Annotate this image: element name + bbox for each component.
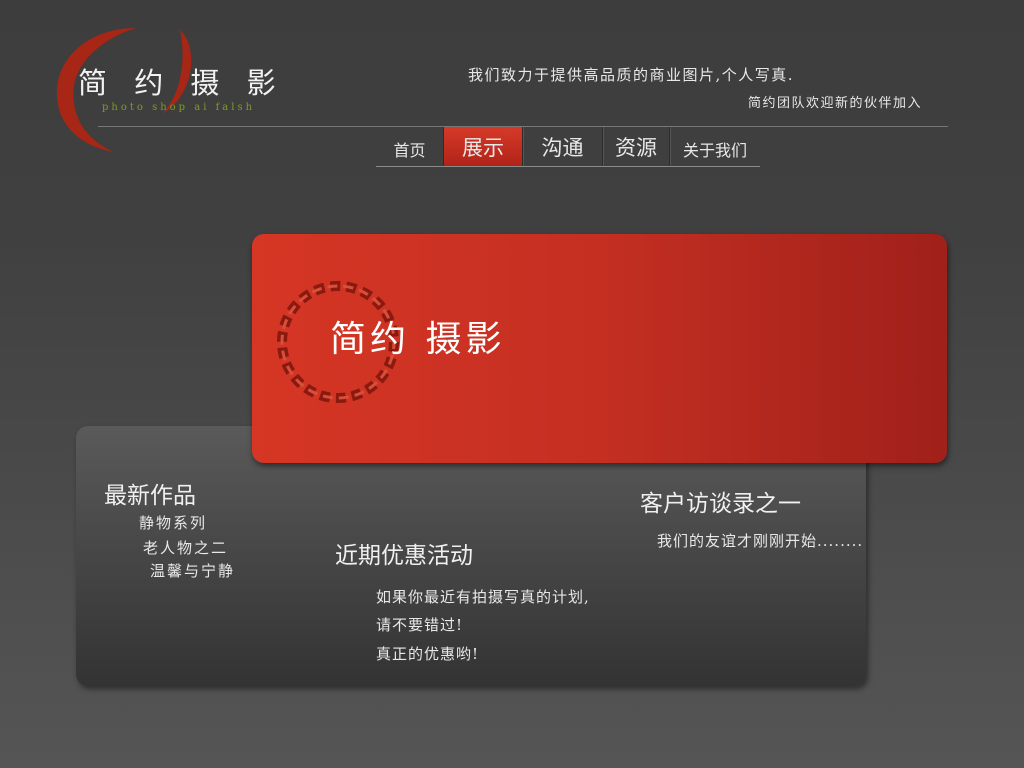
header-slogan: 我们致力于提供高品质的商业图片,个人写真. [468,66,795,84]
logo-subtitle: photo shop ai falsh [102,102,256,113]
promo-line: 如果你最近有拍摄写真的计划, [376,588,590,606]
promo-title[interactable]: 近期优惠活动 [335,536,473,570]
nav-item-resources[interactable]: 资源 [603,127,670,166]
promo-line: 请不要错过! [376,616,464,634]
logo-title: 简 约 摄 影 [78,66,285,100]
nav-item-show[interactable]: 展示 [444,127,523,166]
nav-item-communicate[interactable]: 沟通 [523,127,603,166]
interview-title[interactable]: 客户访谈录之一 [640,484,801,518]
hero-banner: 简约 摄影 [252,234,947,463]
promo-line: 真正的优惠哟! [376,645,480,663]
logo[interactable]: 简 约 摄 影 photo shop ai falsh [52,22,276,162]
header-recruit: 简约团队欢迎新的伙伴加入 [747,96,922,111]
works-title: 最新作品 [104,483,196,509]
interview-text: 我们的友谊才刚刚开始........ [657,532,864,550]
works-item[interactable]: 老人物之二 [143,537,228,558]
banner-title: 简约 摄影 [330,319,506,360]
works-item[interactable]: 温馨与宁静 [150,560,235,581]
main-nav: 首页 展示 沟通 资源 关于我们 [376,127,760,167]
nav-item-home[interactable]: 首页 [376,127,444,166]
nav-item-about[interactable]: 关于我们 [670,127,760,166]
works-item[interactable]: 静物系列 [139,512,207,533]
